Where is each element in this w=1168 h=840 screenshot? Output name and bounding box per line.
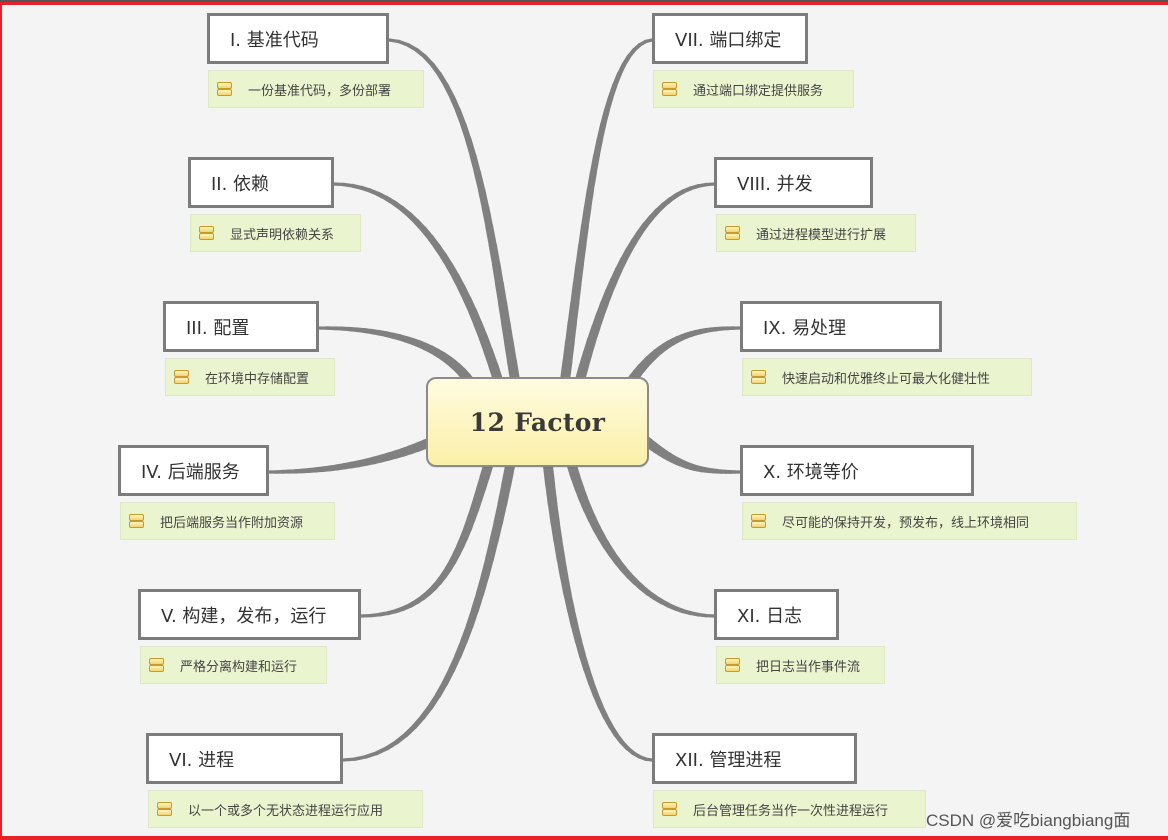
note-text: 严格分离构建和运行 — [180, 659, 298, 675]
connector-segment — [332, 182, 346, 187]
topic-backing-services[interactable]: IV. 后端服务 — [118, 445, 269, 496]
connector-segment — [341, 757, 357, 762]
note-concurrency: 通过进程模型进行扩展 — [716, 214, 916, 252]
note-text: 后台管理任务当作一次性进程运行 — [693, 803, 889, 819]
notes-icon — [199, 226, 214, 240]
connector-build-release-run — [359, 461, 493, 618]
note-dependencies: 显式声明依赖关系 — [190, 214, 361, 252]
note-text: 显式声明依赖关系 — [230, 227, 335, 243]
note-text: 以一个或多个无状态进程运行应用 — [188, 803, 384, 819]
topic-label: XI. 日志 — [737, 605, 803, 627]
watermark: CSDN @爱吃biangbiang面 — [926, 811, 1131, 830]
connector-concurrency — [575, 182, 716, 385]
topic-label: XII. 管理进程 — [675, 749, 782, 771]
topic-label: VIII. 并发 — [737, 173, 813, 195]
note-port-binding: 通过端口绑定提供服务 — [653, 70, 854, 108]
note-text: 快速启动和优雅终止可最大化健壮性 — [782, 371, 991, 387]
connector-segment — [387, 38, 401, 44]
notes-icon — [725, 226, 740, 240]
note-config: 在环境中存储配置 — [165, 358, 335, 396]
notes-icon — [662, 802, 677, 816]
note-text: 一份基准代码，多份部署 — [248, 83, 392, 99]
connector-config — [317, 326, 475, 387]
topic-label: VII. 端口绑定 — [675, 29, 782, 51]
topic-codebase[interactable]: I. 基准代码 — [207, 13, 389, 64]
note-text: 把日志当作事件流 — [756, 659, 861, 675]
notes-icon — [725, 658, 740, 672]
connector-segment — [704, 182, 716, 187]
note-admin-processes: 后台管理任务当作一次性进程运行 — [653, 790, 926, 828]
note-disposability: 快速启动和优雅终止可最大化健壮性 — [742, 358, 1032, 396]
notes-icon — [149, 658, 164, 672]
topic-label: III. 配置 — [186, 317, 250, 339]
note-backing-services: 把后端服务当作附加资源 — [120, 502, 335, 540]
topic-label: II. 依赖 — [211, 173, 270, 195]
note-dev-prod-parity: 尽可能的保持开发，预发布，线上环境相同 — [742, 502, 1077, 540]
note-codebase: 一份基准代码，多份部署 — [208, 70, 424, 108]
note-processes: 以一个或多个无状态进程运行应用 — [148, 790, 423, 828]
topic-concurrency[interactable]: VIII. 并发 — [714, 157, 873, 208]
topic-dev-prod-parity[interactable]: X. 环境等价 — [740, 445, 974, 496]
topic-config[interactable]: III. 配置 — [163, 301, 319, 352]
notes-icon — [662, 82, 677, 96]
topic-build-release-run[interactable]: V. 构建，发布，运行 — [138, 589, 361, 640]
central-topic-label: 12 Factor — [469, 407, 606, 437]
connector-admin-processes — [543, 461, 654, 762]
note-logs: 把日志当作事件流 — [716, 646, 885, 684]
topic-port-binding[interactable]: VII. 端口绑定 — [652, 13, 808, 64]
notes-icon — [751, 370, 766, 384]
notes-icon — [751, 514, 766, 528]
topic-processes[interactable]: VI. 进程 — [146, 733, 343, 784]
connector-disposability — [625, 326, 742, 388]
central-topic[interactable]: 12 Factor — [426, 377, 649, 467]
note-text: 通过进程模型进行扩展 — [756, 227, 887, 243]
topic-label: VI. 进程 — [169, 749, 235, 771]
connector-backing-services — [267, 433, 445, 474]
notes-icon — [217, 82, 232, 96]
topic-label: V. 构建，发布，运行 — [161, 605, 327, 627]
note-text: 把后端服务当作附加资源 — [160, 515, 304, 531]
connector-dev-prod-parity — [640, 435, 742, 474]
note-build-release-run: 严格分离构建和运行 — [140, 646, 327, 684]
note-text: 在环境中存储配置 — [205, 371, 310, 387]
connector-processes — [341, 461, 515, 762]
notes-icon — [157, 802, 172, 816]
topic-label: I. 基准代码 — [230, 29, 319, 51]
connector-port-binding — [560, 38, 654, 385]
note-text: 通过端口绑定提供服务 — [693, 83, 824, 99]
notes-icon — [174, 370, 189, 384]
topic-admin-processes[interactable]: XII. 管理进程 — [652, 733, 857, 784]
topic-dependencies[interactable]: II. 依赖 — [188, 157, 334, 208]
connector-logs — [567, 461, 716, 618]
note-text: 尽可能的保持开发，预发布，线上环境相同 — [782, 515, 1030, 531]
notes-icon — [129, 514, 144, 528]
topic-logs[interactable]: XI. 日志 — [714, 589, 839, 640]
topic-label: IX. 易处理 — [763, 317, 847, 339]
topic-disposability[interactable]: IX. 易处理 — [740, 301, 942, 352]
topic-label: X. 环境等价 — [763, 461, 859, 483]
connector-segment — [353, 754, 368, 761]
topic-label: IV. 后端服务 — [141, 461, 240, 483]
